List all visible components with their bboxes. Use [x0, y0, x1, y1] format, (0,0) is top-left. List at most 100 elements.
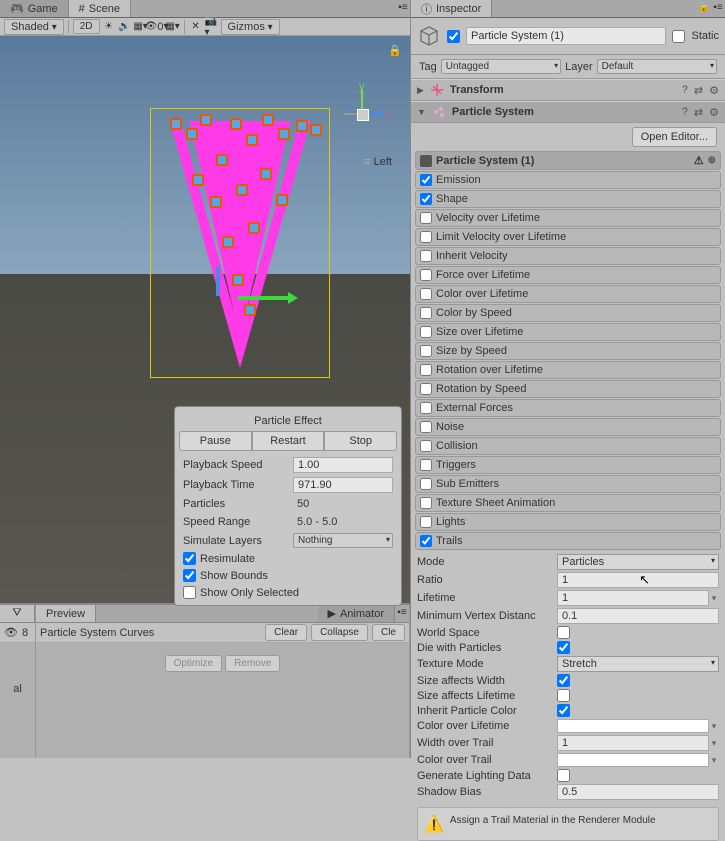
lifetime-curve-icon[interactable]: ▾ — [709, 593, 719, 604]
module-checkbox[interactable] — [420, 288, 432, 300]
show-bounds-checkbox[interactable] — [183, 569, 196, 582]
module-main-menu[interactable]: ⊕ — [708, 155, 716, 166]
module-checkbox[interactable] — [420, 516, 432, 528]
module-checkbox[interactable] — [420, 459, 432, 471]
perspective-label[interactable]: ≡ Left — [364, 156, 392, 168]
transform-reset-icon[interactable]: ⇄ — [694, 84, 703, 97]
module-checkbox[interactable] — [420, 212, 432, 224]
gizmos-dropdown[interactable]: Gizmos ▾ — [221, 19, 280, 35]
module-velocity-over-lifetime[interactable]: Velocity over Lifetime — [415, 209, 721, 227]
module-checkbox[interactable] — [420, 402, 432, 414]
playback-speed-field[interactable] — [293, 457, 393, 473]
colorovertrail-curve-icon[interactable]: ▾ — [709, 755, 719, 766]
module-checkbox[interactable] — [420, 250, 432, 262]
axis-y-arrow[interactable] — [216, 266, 220, 296]
sizeaffectslifetime-checkbox[interactable] — [557, 689, 570, 702]
stop-button[interactable]: Stop — [324, 431, 397, 451]
collapse-button[interactable]: Collapse — [311, 624, 368, 641]
texturemode-dropdown[interactable]: Stretch — [557, 656, 719, 672]
module-checkbox[interactable] — [420, 269, 432, 281]
axis-x-arrow[interactable] — [238, 296, 290, 300]
module-main[interactable]: Particle System (1) ⚠ ⊕ — [415, 151, 721, 170]
module-shape[interactable]: Shape — [415, 190, 721, 208]
mode-dropdown[interactable]: Particles — [557, 554, 719, 570]
module-inherit-velocity[interactable]: Inherit Velocity — [415, 247, 721, 265]
tab-animator[interactable]: ▶Animator — [318, 605, 396, 622]
ps-help-icon[interactable]: ? — [682, 106, 688, 118]
diewithparticles-checkbox[interactable] — [557, 641, 570, 654]
tab-scene[interactable]: #Scene — [69, 0, 131, 17]
module-checkbox[interactable] — [420, 193, 432, 205]
module-lights[interactable]: Lights — [415, 513, 721, 531]
module-checkbox[interactable] — [420, 497, 432, 509]
module-rotation-by-speed[interactable]: Rotation by Speed — [415, 380, 721, 398]
module-checkbox[interactable] — [420, 440, 432, 452]
module-collision[interactable]: Collision — [415, 437, 721, 455]
scene-viewport[interactable]: 🔒 — [0, 36, 410, 603]
module-triggers[interactable]: Triggers — [415, 456, 721, 474]
2d-toggle[interactable]: 2D — [73, 19, 100, 34]
ratio-field[interactable] — [557, 572, 719, 588]
widthovertrail-curve-icon[interactable]: ▾ — [709, 738, 719, 749]
coloroverlifetime-curve-icon[interactable]: ▾ — [709, 721, 719, 732]
restart-button[interactable]: Restart — [252, 431, 325, 451]
playback-time-field[interactable] — [293, 477, 393, 493]
hierarchy-tab[interactable]: ⛛ — [0, 605, 35, 622]
module-sub-emitters[interactable]: Sub Emitters — [415, 475, 721, 493]
optimize-button[interactable]: Optimize — [165, 655, 222, 672]
preview-menu-icon[interactable]: ▪≡ — [395, 605, 409, 619]
transform-foldout[interactable]: ▶ — [417, 85, 424, 96]
remove-button[interactable]: Remove — [225, 655, 280, 672]
module-checkbox[interactable] — [420, 478, 432, 490]
gameobject-icon[interactable] — [417, 24, 441, 48]
module-external-forces[interactable]: External Forces — [415, 399, 721, 417]
module-checkbox[interactable] — [420, 174, 432, 186]
tab-inspector[interactable]: ⓘInspector — [411, 0, 492, 17]
widthovertrail-field[interactable] — [557, 735, 709, 751]
module-checkbox[interactable] — [420, 345, 432, 357]
gizmo-center[interactable] — [357, 109, 369, 121]
orientation-gizmo[interactable]: y z x — [332, 84, 392, 144]
cle-button[interactable]: Cle — [372, 624, 405, 641]
module-checkbox[interactable] — [420, 535, 432, 547]
coloroverlifetime-field[interactable] — [557, 719, 709, 733]
inheritcolor-checkbox[interactable] — [557, 704, 570, 717]
worldspace-checkbox[interactable] — [557, 626, 570, 639]
generatelighting-checkbox[interactable] — [557, 769, 570, 782]
module-trails[interactable]: Trails — [415, 532, 721, 550]
camera-icon[interactable]: 📷▾ — [205, 20, 219, 34]
gameobject-active-checkbox[interactable] — [447, 30, 460, 43]
tag-dropdown[interactable]: Untagged — [441, 59, 561, 74]
module-checkbox[interactable] — [420, 383, 432, 395]
module-emission[interactable]: Emission — [415, 171, 721, 189]
module-force-over-lifetime[interactable]: Force over Lifetime — [415, 266, 721, 284]
ps-foldout[interactable]: ▼ — [417, 107, 426, 117]
module-rotation-over-lifetime[interactable]: Rotation over Lifetime — [415, 361, 721, 379]
module-size-over-lifetime[interactable]: Size over Lifetime — [415, 323, 721, 341]
module-texture-sheet-animation[interactable]: Texture Sheet Animation — [415, 494, 721, 512]
module-size-by-speed[interactable]: Size by Speed — [415, 342, 721, 360]
tab-game[interactable]: 🎮Game — [0, 0, 69, 17]
ps-gear-icon[interactable]: ⚙ — [709, 106, 719, 119]
module-limit-velocity-over-lifetime[interactable]: Limit Velocity over Lifetime — [415, 228, 721, 246]
module-color-over-lifetime[interactable]: Color over Lifetime — [415, 285, 721, 303]
ps-reset-icon[interactable]: ⇄ — [694, 106, 703, 119]
lock-icon[interactable]: 🔒 — [388, 44, 402, 57]
gameobject-name-field[interactable] — [466, 27, 666, 45]
colorovertrail-field[interactable] — [557, 753, 709, 767]
layer-dropdown[interactable]: Default — [597, 59, 717, 74]
module-checkbox[interactable] — [420, 364, 432, 376]
resimulate-checkbox[interactable] — [183, 552, 196, 565]
shading-dropdown[interactable]: Shaded ▾ — [4, 19, 64, 35]
visibility-icon[interactable]: 👁0▾ — [150, 20, 164, 34]
clear-button[interactable]: Clear — [265, 624, 307, 641]
inspector-menu-icon[interactable]: ▪≡ — [711, 0, 725, 14]
module-color-by-speed[interactable]: Color by Speed — [415, 304, 721, 322]
module-checkbox[interactable] — [420, 231, 432, 243]
module-noise[interactable]: Noise — [415, 418, 721, 436]
shadowbias-field[interactable] — [557, 784, 719, 800]
simulate-layers-dropdown[interactable]: Nothing — [293, 533, 393, 548]
tools-icon[interactable]: ✕ — [189, 20, 203, 34]
pause-button[interactable]: Pause — [179, 431, 252, 451]
lighting-icon[interactable]: ☀ — [102, 20, 116, 34]
